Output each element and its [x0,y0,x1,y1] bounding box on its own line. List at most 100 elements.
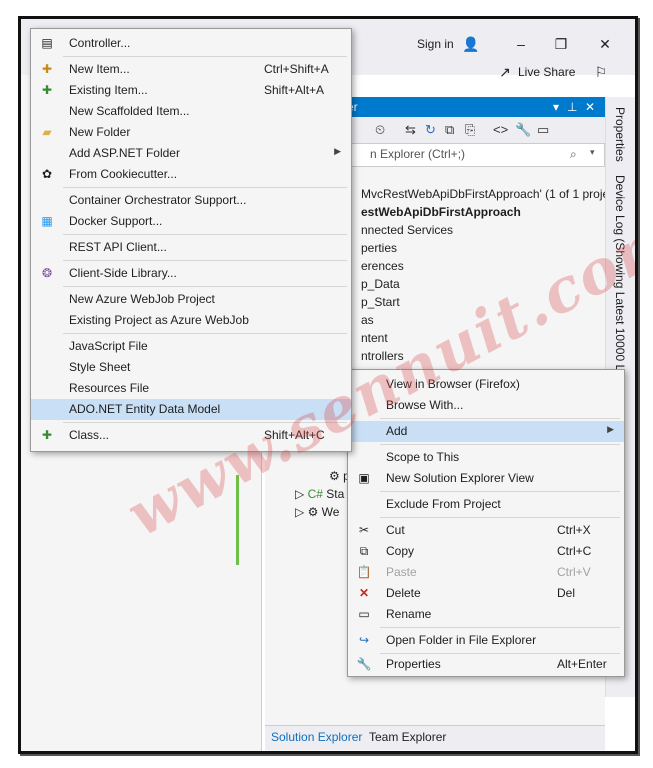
menu-label: New Item... [69,62,130,76]
sign-in-link[interactable]: Sign in [417,37,454,51]
menu-shortcut: Ctrl+X [557,523,591,537]
search-icon: ⌕ [570,147,577,161]
menu-rename[interactable]: ▭ Rename [348,604,624,625]
tree-item-label: Sta [326,487,345,501]
menu-resources-file[interactable]: Resources File [31,378,351,399]
collapse-icon[interactable]: ⧉ [445,122,454,138]
menu-label: Class... [69,428,110,442]
tree-item[interactable]: as [361,313,374,327]
properties-tab[interactable]: Properties [613,107,627,162]
menu-javascript-file[interactable]: JavaScript File [31,336,351,357]
menu-properties[interactable]: 🔧 Properties Alt+Enter [348,654,624,675]
new-item-icon: ✚ [41,62,53,76]
menu-label: Open Folder in File Explorer [386,633,537,647]
menu-label: View in Browser (Firefox) [386,377,520,391]
live-share-button[interactable]: Live Share [518,65,575,79]
menu-new-folder[interactable]: ▰ New Folder [31,122,351,143]
controller-icon: ▤ [41,36,53,50]
menu-browse-with[interactable]: Browse With... [348,395,624,416]
menu-style-sheet[interactable]: Style Sheet [31,357,351,378]
preview-icon[interactable]: ▭ [537,122,549,138]
menu-delete[interactable]: ✕ Delete Del [348,583,624,604]
restore-icon[interactable]: ❐ [547,33,575,55]
menu-client-side-library[interactable]: ❂ Client-Side Library... [31,263,351,284]
separator [63,422,347,423]
tree-item[interactable]: p_Start [361,295,400,309]
tree-project[interactable]: estWebApiDbFirstApproach [361,205,521,219]
menu-label: Cut [386,523,405,537]
close-icon[interactable]: ✕ [591,33,619,55]
menu-existing-azure-webjob[interactable]: Existing Project as Azure WebJob [31,310,351,331]
menu-label: Properties [386,657,441,671]
menu-from-cookiecutter[interactable]: ✿ From Cookiecutter... [31,164,351,185]
pin-icon[interactable]: ⊥ [567,100,577,114]
menu-new-azure-webjob[interactable]: New Azure WebJob Project [31,289,351,310]
menu-add[interactable]: Add ▶ [348,421,624,442]
view-code-icon[interactable]: <> [493,122,508,137]
menu-class[interactable]: ✚ Class... Shift+Alt+C [31,425,351,446]
config-icon: ⚙ [307,505,322,519]
menu-rest-api-client[interactable]: REST API Client... [31,237,351,258]
expand-icon[interactable]: ▷ [295,505,308,519]
separator [380,444,620,445]
menu-add-aspnet-folder[interactable]: Add ASP.NET Folder ▶ [31,143,351,164]
app-window: Sign in 👤 – ❐ ✕ ↗ Live Share ⚐ ▼ er ▾ ⊥ … [18,16,638,754]
live-share-icon[interactable]: ↗ [495,61,515,83]
tree-item[interactable]: p_Data [361,277,400,291]
dropdown-icon[interactable]: ▾ [553,100,559,114]
scissors-icon: ✂ [358,523,370,537]
tree-item[interactable]: perties [361,241,397,255]
properties-wrench-icon[interactable]: 🔧 [515,122,531,138]
menu-shortcut: Alt+Enter [557,657,607,671]
menu-label: Existing Project as Azure WebJob [69,313,249,327]
tree-item[interactable]: ntrollers [361,349,404,363]
menu-label: Delete [386,586,421,600]
menu-scope-to-this[interactable]: Scope to This [348,447,624,468]
menu-docker-support[interactable]: ▦ Docker Support... [31,211,351,232]
menu-cut[interactable]: ✂ Cut Ctrl+X [348,520,624,541]
tree-item[interactable]: ▷ C# Sta [295,487,344,501]
separator [63,333,347,334]
expand-icon[interactable]: ▷ [295,487,308,501]
refresh-icon[interactable]: ↻ [425,122,436,138]
person-add-icon[interactable]: 👤 [457,33,485,55]
explorer-tabs: Solution Explorer Team Explorer [265,725,605,750]
tree-solution[interactable]: MvcRestWebApiDbFirstApproach' (1 of 1 pr… [361,187,623,201]
menu-open-folder[interactable]: ↪ Open Folder in File Explorer [348,630,624,651]
menu-view-in-browser[interactable]: View in Browser (Firefox) [348,374,624,395]
tree-item[interactable]: erences [361,259,404,273]
menu-new-solution-explorer-view[interactable]: ▣ New Solution Explorer View [348,468,624,489]
sync-icon[interactable]: ⇆ [405,122,416,138]
separator [63,286,347,287]
tree-item[interactable]: ntent [361,331,388,345]
show-all-files-icon[interactable]: ⎘ [465,122,475,138]
new-view-icon: ▣ [358,471,370,485]
menu-controller[interactable]: ▤ Controller... [31,33,351,54]
menu-exclude-from-project[interactable]: Exclude From Project [348,494,624,515]
separator [63,234,347,235]
history-icon[interactable]: ⏲ [375,122,385,138]
menu-label: From Cookiecutter... [69,167,178,181]
tree-item[interactable]: ▷ ⚙ We [295,505,339,519]
menu-new-scaffolded-item[interactable]: New Scaffolded Item... [31,101,351,122]
menu-label: Container Orchestrator Support... [69,193,247,207]
menu-label: New Azure WebJob Project [69,292,215,306]
feedback-icon[interactable]: ⚐ [587,61,615,83]
separator [63,260,347,261]
menu-existing-item[interactable]: ✚ Existing Item... Shift+Alt+A [31,80,351,101]
panel-close-icon[interactable]: ✕ [585,100,595,114]
menu-label: REST API Client... [69,240,167,254]
delete-icon: ✕ [358,586,370,600]
cookiecutter-icon: ✿ [41,167,53,181]
menu-ado-net-entity-data-model[interactable]: ADO.NET Entity Data Model [31,399,351,420]
add-submenu: ▤ Controller... ✚ New Item... Ctrl+Shift+A … [30,28,352,452]
search-options-icon[interactable]: ▾ [590,147,595,158]
menu-label: New Scaffolded Item... [69,104,190,118]
menu-copy[interactable]: ⧉ Copy Ctrl+C [348,541,624,562]
menu-container-orchestrator[interactable]: Container Orchestrator Support... [31,190,351,211]
minimize-icon[interactable]: – [507,33,535,55]
menu-new-item[interactable]: ✚ New Item... Ctrl+Shift+A [31,59,351,80]
tab-solution-explorer[interactable]: Solution Explorer [271,730,362,744]
tab-team-explorer[interactable]: Team Explorer [369,730,446,744]
tree-item[interactable]: nnected Services [361,223,453,237]
